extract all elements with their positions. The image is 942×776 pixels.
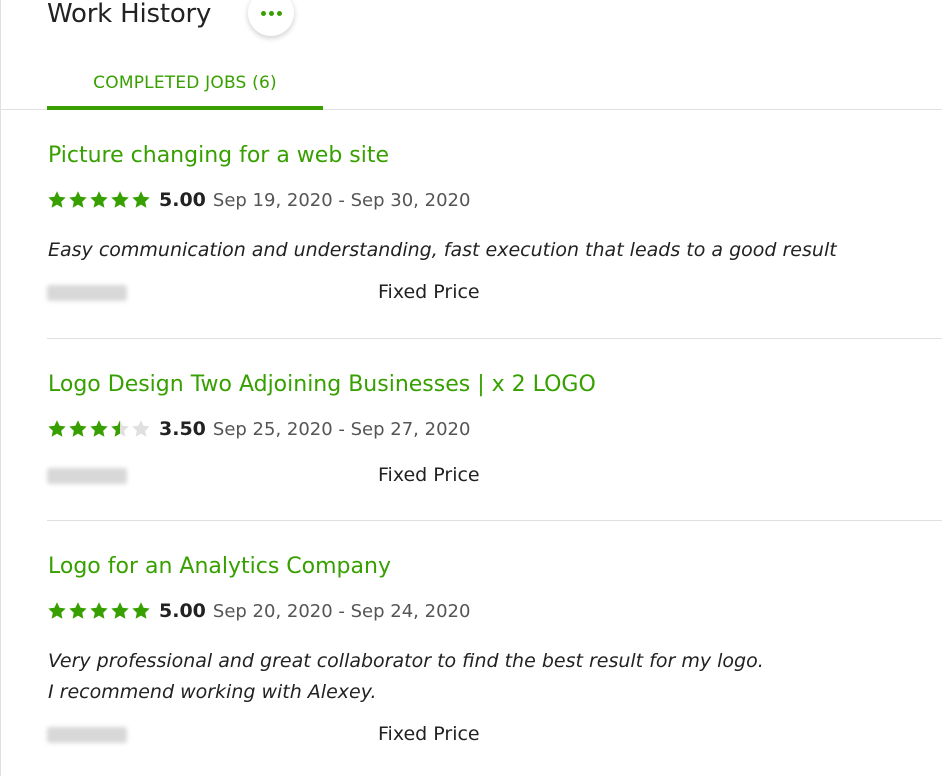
job-dates: Sep 25, 2020 - Sep 27, 2020 [212,418,471,440]
star-icon [111,191,129,208]
more-options-button[interactable] [248,0,294,36]
star-icon [48,602,66,619]
star-icon [69,420,87,437]
earnings-amount-blurred [47,727,127,743]
star-icon [69,602,87,619]
client-feedback: Easy communication and understanding, fa… [48,235,837,266]
earnings-amount-blurred [47,285,127,301]
star-rating [47,601,151,621]
star-rating [47,190,151,210]
star-icon [48,191,66,208]
job-title-link[interactable]: Picture changing for a web site [48,143,389,168]
star-icon [90,191,108,208]
earnings-amount-blurred [47,468,127,484]
star-icon [111,602,129,619]
section-header: Work History [47,0,294,36]
section-title: Work History [47,0,212,29]
ellipsis-icon [260,10,282,16]
star-icon [132,191,150,208]
job-title-link[interactable]: Logo Design Two Adjoining Businesses | x… [48,372,596,397]
price-type: Fixed Price [378,464,480,486]
star-icon [111,420,129,437]
star-rating [47,419,151,439]
divider [47,520,942,521]
star-icon [69,191,87,208]
price-type: Fixed Price [378,723,480,745]
feedback-line: I recommend working with Alexey. [48,681,377,703]
rating-score: 3.50 [159,418,206,440]
feedback-line: Very professional and great collaborator… [48,650,764,672]
job-dates: Sep 19, 2020 - Sep 30, 2020 [212,189,471,211]
star-icon [132,602,150,619]
divider [47,338,942,339]
tab-completed-jobs[interactable]: COMPLETED JOBS (6) [47,62,323,110]
job-rating: 5.00 Sep 20, 2020 - Sep 24, 2020 [47,600,470,622]
star-icon [90,420,108,437]
job-dates: Sep 20, 2020 - Sep 24, 2020 [212,600,471,622]
star-icon [48,420,66,437]
job-rating: 3.50 Sep 25, 2020 - Sep 27, 2020 [47,418,470,440]
price-type: Fixed Price [378,281,480,303]
star-icon [132,420,150,437]
job-rating: 5.00 Sep 19, 2020 - Sep 30, 2020 [47,189,470,211]
feedback-line: Easy communication and understanding, fa… [48,239,837,261]
rating-score: 5.00 [159,600,206,622]
rating-score: 5.00 [159,189,206,211]
tab-bar: COMPLETED JOBS (6) [1,62,942,110]
job-title-link[interactable]: Logo for an Analytics Company [48,554,391,579]
star-icon [90,602,108,619]
work-history-section: Work History COMPLETED JOBS (6) Picture … [0,0,942,776]
client-feedback: Very professional and great collaborator… [48,646,764,708]
